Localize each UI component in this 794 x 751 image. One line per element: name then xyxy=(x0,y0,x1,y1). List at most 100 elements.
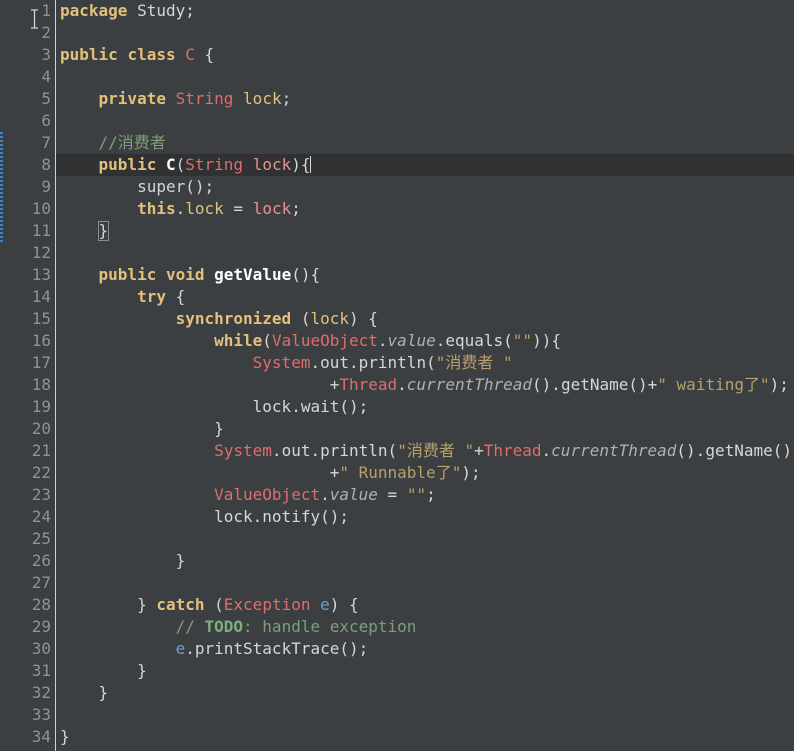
code-line-2[interactable] xyxy=(56,22,794,44)
call-lock-notify: lock.notify(); xyxy=(214,507,349,526)
line-number[interactable]: 4 xyxy=(0,66,56,88)
line-number[interactable]: 13 xyxy=(0,264,56,286)
line-number[interactable]: 26 xyxy=(0,550,56,572)
line-number[interactable]: 18 xyxy=(0,374,56,396)
line-number[interactable]: 17 xyxy=(0,352,56,374)
line-number[interactable]: 28 xyxy=(0,594,56,616)
code-line-32[interactable]: } xyxy=(56,682,794,704)
line-number[interactable]: 11 xyxy=(0,220,56,242)
code-line-21[interactable]: System.out.println("消费者 "+Thread.current… xyxy=(56,440,794,462)
field-lock: lock xyxy=(243,89,282,108)
code-line-27[interactable] xyxy=(56,572,794,594)
line-number[interactable]: 20 xyxy=(0,418,56,440)
code-line-16[interactable]: while(ValueObject.value.equals("")){ xyxy=(56,330,794,352)
string-literal: "" xyxy=(512,331,533,350)
matched-close-brace: } xyxy=(97,221,110,241)
code-editor[interactable]: 1 2 3 4 5 6 7 8 9 10 11 12 13 14 15 16 17 18 19 20 21 22 23 24 2… xyxy=(0,0,794,751)
close-brace: } xyxy=(175,551,186,570)
code-line-17[interactable]: System.out.println("消费者 " xyxy=(56,352,794,374)
code-line-15[interactable]: synchronized (lock) { xyxy=(56,308,794,330)
variable-e: e xyxy=(175,639,186,658)
line-number[interactable]: 22 xyxy=(0,462,56,484)
line-number[interactable]: 3 xyxy=(0,44,56,66)
parameter-lock: lock xyxy=(252,199,292,218)
code-line-11[interactable]: } xyxy=(56,220,794,242)
code-line-5[interactable]: private String lock; xyxy=(56,88,794,110)
line-number[interactable]: 10 xyxy=(0,198,56,220)
code-line-33[interactable] xyxy=(56,704,794,726)
field-lock: lock xyxy=(310,309,349,328)
code-line-26[interactable]: } xyxy=(56,550,794,572)
line-number[interactable]: 25 xyxy=(0,528,56,550)
code-line-9[interactable]: super(); xyxy=(56,176,794,198)
line-number[interactable]: 19 xyxy=(0,396,56,418)
code-line-3[interactable]: public class C { xyxy=(56,44,794,66)
call-getname: getName xyxy=(705,441,773,460)
code-line-19[interactable]: lock.wait(); xyxy=(56,396,794,418)
line-comment-text: : handle exception xyxy=(243,617,417,636)
line-number[interactable]: 27 xyxy=(0,572,56,594)
code-line-25[interactable] xyxy=(56,528,794,550)
code-line-34[interactable]: } xyxy=(56,726,794,748)
code-line-8[interactable]: public C(String lock){ xyxy=(56,154,794,176)
line-number[interactable]: 33 xyxy=(0,704,56,726)
line-number[interactable]: 31 xyxy=(0,660,56,682)
assign-operator: = xyxy=(233,199,244,218)
line-number[interactable]: 24 xyxy=(0,506,56,528)
todo-tag: TODO xyxy=(204,617,244,636)
string-literal: "消费者 " xyxy=(397,441,475,460)
line-number[interactable]: 6 xyxy=(0,110,56,132)
static-call-currentthread: currentThread xyxy=(406,375,533,394)
line-number[interactable]: 15 xyxy=(0,308,56,330)
line-number[interactable]: 32 xyxy=(0,682,56,704)
code-line-20[interactable]: } xyxy=(56,418,794,440)
line-number[interactable]: 29 xyxy=(0,616,56,638)
code-line-7[interactable]: //消费者 xyxy=(56,132,794,154)
keyword-while: while xyxy=(214,331,263,350)
code-line-31[interactable]: } xyxy=(56,660,794,682)
call-equals: equals xyxy=(445,331,504,350)
static-field-value: value xyxy=(387,331,436,350)
code-line-23[interactable]: ValueObject.value = ""; xyxy=(56,484,794,506)
code-line-18[interactable]: +Thread.currentThread().getName()+" wait… xyxy=(56,374,794,396)
code-text-area[interactable]: package Study; public class C { private … xyxy=(56,0,794,751)
code-line-29[interactable]: // TODO: handle exception xyxy=(56,616,794,638)
line-number[interactable]: 7 xyxy=(0,132,56,154)
line-number[interactable]: 8 xyxy=(0,154,56,176)
code-line-24[interactable]: lock.notify(); xyxy=(56,506,794,528)
line-number-gutter[interactable]: 1 2 3 4 5 6 7 8 9 10 11 12 13 14 15 16 17 18 19 20 21 22 23 24 2… xyxy=(0,0,56,751)
catch-tail: ) { xyxy=(329,595,359,614)
code-line-13[interactable]: public void getValue(){ xyxy=(56,264,794,286)
line-number[interactable]: 12 xyxy=(0,242,56,264)
line-number[interactable]: 9 xyxy=(0,176,56,198)
line-number[interactable]: 2 xyxy=(0,22,56,44)
keyword-public: public xyxy=(98,265,157,284)
keyword-try: try xyxy=(137,287,166,306)
type-system: System xyxy=(214,441,272,460)
semicolon: ; xyxy=(185,1,195,20)
line-number[interactable]: 23 xyxy=(0,484,56,506)
semicolon: ; xyxy=(291,199,301,218)
line-number[interactable]: 5 xyxy=(0,88,56,110)
println-tail: ); xyxy=(461,463,481,482)
code-line-22[interactable]: +" Runnable了"); xyxy=(56,462,794,484)
open-brace: { xyxy=(204,45,215,64)
line-number[interactable]: 1 xyxy=(0,0,56,22)
code-line-10[interactable]: this.lock = lock; xyxy=(56,198,794,220)
code-line-4[interactable] xyxy=(56,66,794,88)
line-number[interactable]: 16 xyxy=(0,330,56,352)
static-field-out: out xyxy=(320,353,349,372)
code-line-28[interactable]: } catch (Exception e) { xyxy=(56,594,794,616)
code-line-12[interactable] xyxy=(56,242,794,264)
code-line-6[interactable] xyxy=(56,110,794,132)
code-line-30[interactable]: e.printStackTrace(); xyxy=(56,638,794,660)
line-number[interactable]: 30 xyxy=(0,638,56,660)
line-number[interactable]: 14 xyxy=(0,286,56,308)
line-number[interactable]: 34 xyxy=(0,726,56,748)
variable-e: e xyxy=(320,595,330,614)
super-call: super(); xyxy=(137,177,215,196)
code-line-1[interactable]: package Study; xyxy=(56,0,794,22)
code-line-14[interactable]: try { xyxy=(56,286,794,308)
method-tail: (){ xyxy=(291,265,321,284)
line-number[interactable]: 21 xyxy=(0,440,56,462)
